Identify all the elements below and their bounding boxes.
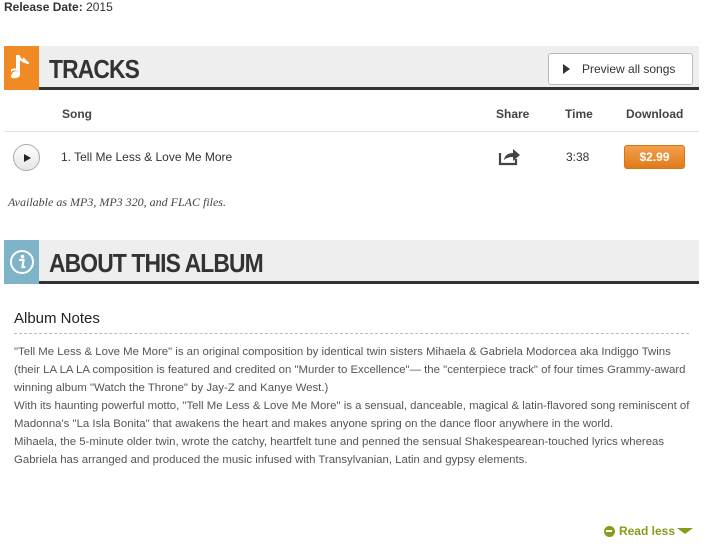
about-header: ABOUT THIS ALBUM — [4, 240, 699, 284]
about-title: ABOUT THIS ALBUM — [49, 248, 264, 278]
minus-circle-icon — [603, 525, 615, 537]
music-note-icon — [4, 46, 39, 90]
preview-all-songs-button[interactable]: Preview all songs — [548, 53, 693, 85]
read-less-label: Read less — [618, 524, 675, 538]
share-icon[interactable] — [498, 146, 522, 169]
track-row: 1. Tell Me Less & Love Me More 3:38 $2.9… — [4, 133, 699, 181]
tracks-title: TRACKS — [49, 54, 140, 84]
formats-note: Available as MP3, MP3 320, and FLAC file… — [8, 195, 226, 209]
release-date-value: 2015 — [86, 0, 113, 14]
preview-all-songs-label: Preview all songs — [582, 62, 676, 76]
tracks-table-header: Song Share Time Download — [4, 96, 699, 132]
track-time: 3:38 — [566, 150, 590, 164]
album-notes-title: Album Notes — [14, 310, 100, 327]
notes-paragraph: "Tell Me Less & Love Me More" is an orig… — [14, 346, 686, 394]
album-notes-body: "Tell Me Less & Love Me More" is an orig… — [14, 343, 694, 469]
play-icon — [563, 64, 570, 74]
release-date: Release Date: 2015 — [4, 0, 113, 14]
column-song: Song — [62, 107, 92, 121]
notes-paragraph: With its haunting powerful motto, "Tell … — [14, 400, 690, 430]
play-track-button[interactable] — [13, 144, 40, 171]
info-icon — [4, 240, 39, 284]
track-title: 1. Tell Me Less & Love Me More — [61, 150, 233, 164]
buy-track-button[interactable]: $2.99 — [624, 145, 685, 169]
column-download: Download — [626, 107, 684, 121]
read-less-link[interactable]: Read less — [603, 524, 693, 538]
tracks-header: TRACKS Preview all songs — [4, 46, 699, 90]
release-date-label: Release Date: — [4, 0, 83, 14]
column-time: Time — [565, 107, 593, 121]
play-icon — [24, 153, 31, 162]
chevron-up-icon — [677, 528, 693, 534]
notes-paragraph: Mihaela, the 5-minute older twin, wrote … — [14, 436, 665, 466]
column-share: Share — [496, 107, 530, 121]
divider — [14, 333, 689, 334]
